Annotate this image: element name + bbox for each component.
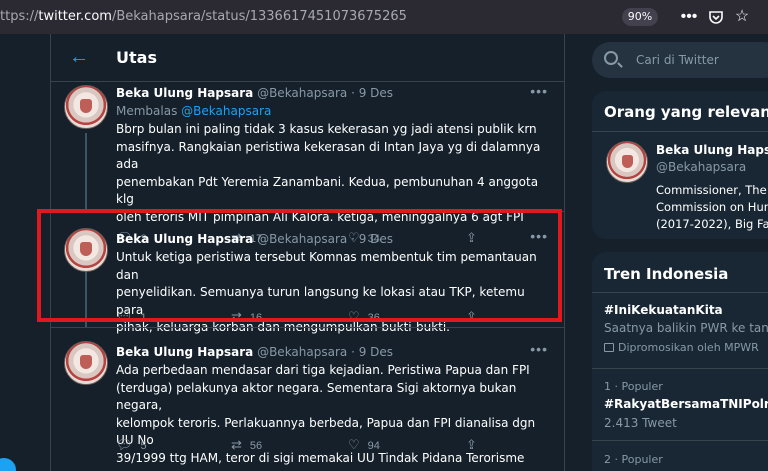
more-icon[interactable]: ••• [530, 341, 548, 357]
zoom-level-button[interactable]: 90% [622, 8, 658, 26]
address-bar[interactable]: ttps://twitter.com/Bekahapsara/status/13… [0, 9, 407, 24]
like-count: 94 [367, 440, 380, 452]
divider [592, 440, 768, 441]
tweet[interactable]: Beka Ulung Hapsara @Bekahapsara · 9 Des … [51, 83, 564, 245]
trend-tweet-count: 2.413 Tweet [604, 416, 677, 430]
bio-line: Commissioner, The I [656, 183, 768, 197]
avatar[interactable] [606, 141, 648, 183]
trend-hashtag: #RakyatBersamaTNIPolri [604, 397, 768, 411]
card-title: Tren Indonesia [604, 265, 729, 283]
tweet-date[interactable]: · 9 Des [351, 86, 393, 100]
retweet-icon: ⇄ [231, 437, 242, 452]
trend-description: Saatnya balikin PWR ke tanga [604, 321, 768, 335]
avatar[interactable] [64, 85, 108, 129]
bio-line: (2017-2022), Big Fan [656, 217, 768, 231]
more-horizontal-icon[interactable]: ••• [678, 6, 700, 28]
tweet[interactable]: Beka Ulung Hapsara @Bekahapsara · 9 Des … [51, 328, 564, 468]
share-icon: ⇪ [466, 437, 477, 452]
relevant-user-name[interactable]: Beka Ulung Hapsara [656, 143, 768, 157]
more-icon[interactable]: ••• [530, 83, 548, 99]
reply-prefix: Membalas [116, 104, 178, 118]
url-path: /Bekahapsara/status/1336617451073675265 [111, 9, 407, 24]
compose-tweet-button[interactable] [0, 458, 16, 471]
relevant-user-bio: Commissioner, The I Commission on Hum (2… [656, 182, 768, 233]
reply-button[interactable]: 💬︎ 5 [116, 437, 147, 453]
trend-context: 1 · Populer [604, 380, 663, 393]
retweet-count: 56 [249, 440, 263, 452]
right-sidebar: Cari di Twitter Orang yang relevan Beka … [590, 34, 768, 471]
share-button[interactable]: ⇪ [466, 437, 485, 453]
browser-toolbar: ttps://twitter.com/Bekahapsara/status/13… [0, 0, 768, 34]
tweet-text-line: (terduga) pelakunya aktor negara. Sement… [116, 380, 517, 413]
author-handle[interactable]: @Bekahapsara [257, 86, 347, 100]
search-box[interactable]: Cari di Twitter [592, 42, 768, 78]
tweet-text-line: Ada perbedaan mendasar dari tiga kejadia… [116, 363, 530, 377]
reply-mention-link[interactable]: @Bekahapsara [181, 104, 271, 118]
author-handle[interactable]: @Bekahapsara [257, 345, 347, 359]
promoted-icon [604, 343, 614, 352]
tweet-header: Beka Ulung Hapsara @Bekahapsara · 9 Des [116, 345, 393, 359]
divider [592, 292, 768, 293]
tweet-date[interactable]: · 9 Des [351, 345, 393, 359]
tweet-text-line: Bbrp bulan ini paling tidak 3 kasus keke… [116, 122, 537, 136]
tweet-actions: 💬︎ 5 ⇄ 56 ♡ 94 ⇪ [116, 437, 516, 453]
url-scheme: ttps:// [0, 9, 39, 24]
bio-line: Commission on Hum [656, 200, 768, 214]
tweet-header: Beka Ulung Hapsara @Bekahapsara · 9 Des [116, 86, 393, 100]
trend-hashtag: #IniKekuatanKita [604, 303, 723, 317]
search-icon [604, 51, 618, 65]
author-name[interactable]: Beka Ulung Hapsara [116, 86, 253, 100]
divider [592, 131, 768, 132]
trend-item[interactable]: 1 · Populer #RakyatBersamaTNIPolri 2.413… [604, 380, 768, 430]
search-input[interactable]: Cari di Twitter [636, 53, 719, 67]
retweet-button[interactable]: ⇄ 56 [231, 437, 262, 453]
relevant-people-card: Orang yang relevan Beka Ulung Hapsara @B… [592, 91, 768, 239]
heart-icon: ♡ [348, 437, 360, 452]
promoted-label: Dipromosikan oleh MPWR [618, 341, 759, 354]
pocket-icon[interactable] [705, 6, 727, 28]
author-name[interactable]: Beka Ulung Hapsara [116, 345, 253, 359]
tweet-text-line: masifnya. Rangkaian peristiwa kekerasan … [116, 139, 541, 172]
reply-context: Membalas @Bekahapsara [116, 104, 271, 118]
divider [592, 368, 768, 369]
like-button[interactable]: ♡ 94 [348, 437, 380, 453]
avatar[interactable] [64, 341, 108, 385]
highlight-box [37, 209, 562, 322]
trend-item[interactable]: #IniKekuatanKita Saatnya balikin PWR ke … [604, 303, 768, 354]
trends-card: Tren Indonesia #IniKekuatanKita Saatnya … [592, 252, 768, 471]
arrow-left-icon[interactable]: ← [69, 46, 89, 68]
relevant-user-handle[interactable]: @Bekahapsara [656, 160, 746, 174]
card-title: Orang yang relevan [604, 103, 768, 121]
tweet-text-line: penembakan Pdt Yeremia Zanambani. Kedua,… [116, 174, 539, 207]
page-title: Utas [116, 48, 157, 67]
reply-icon: 💬︎ [116, 437, 133, 452]
trend-context: 2 · Populer [604, 453, 663, 466]
reply-count: 5 [140, 440, 147, 452]
star-icon[interactable]: ☆ [731, 6, 753, 28]
url-host: twitter.com [38, 9, 112, 24]
thread-connector [85, 133, 87, 213]
thread-header: ← Utas [51, 34, 564, 82]
trend-item[interactable]: 2 · Populer [604, 453, 663, 466]
